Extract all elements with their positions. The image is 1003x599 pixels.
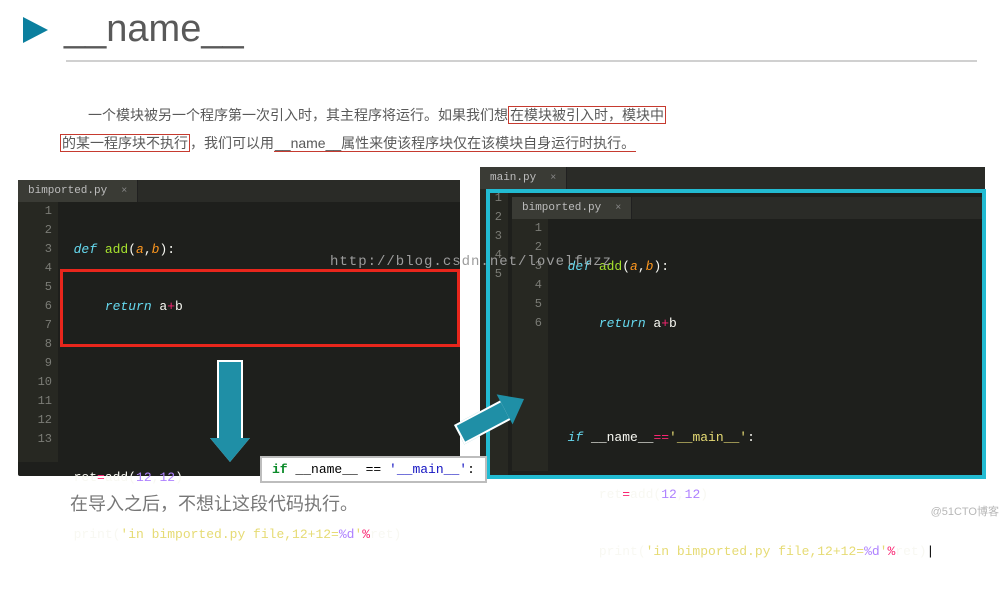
var: ret	[599, 487, 622, 502]
bottom-caption: 在导入之后，不想让这段代码执行。	[70, 490, 358, 516]
para-highlight-2: 的某一程序块不执行	[60, 134, 190, 152]
num: 12	[661, 487, 677, 502]
line-gutter: 12345678910111213	[18, 202, 58, 462]
colon: :	[167, 242, 175, 257]
str: 'in bimported.py file,12+12=	[646, 544, 864, 559]
op-pct: %	[362, 527, 370, 542]
paren: )	[175, 470, 183, 485]
param: a	[630, 259, 638, 274]
tab-label: bimported.py	[522, 202, 601, 214]
snippet-main: '__main__'	[381, 462, 467, 477]
call: add(	[630, 487, 661, 502]
paren: )	[700, 487, 708, 502]
num: 12	[685, 487, 701, 502]
comma: ,	[638, 259, 646, 274]
fn-name: add	[599, 259, 622, 274]
call: print(	[74, 527, 121, 542]
op-plus: +	[167, 299, 175, 314]
fmt: %d	[339, 527, 355, 542]
para-highlight-1: 在模块被引入时，模块中	[508, 106, 666, 124]
snippet-colon: :	[467, 462, 475, 477]
tab-main[interactable]: main.py ×	[480, 167, 567, 189]
var: b	[669, 316, 677, 331]
kw-return: return	[599, 316, 654, 331]
corner-credit: @51CTO博客	[931, 503, 999, 519]
kw-if: if	[568, 430, 591, 445]
tab-label: bimported.py	[28, 185, 107, 197]
call: add(	[105, 470, 136, 485]
close-icon[interactable]: ×	[121, 186, 127, 197]
fmt: %d	[864, 544, 880, 559]
line-gutter: 123456	[512, 219, 548, 471]
kw-def: def	[74, 242, 105, 257]
comma: ,	[677, 487, 685, 502]
title-underline	[66, 60, 977, 62]
page-title: __name__	[64, 8, 244, 51]
num: 12	[136, 470, 152, 485]
str: '	[880, 544, 888, 559]
tab-bimported-right[interactable]: bimported.py ×	[512, 197, 632, 219]
num: 12	[159, 470, 175, 485]
arrow-down-icon	[210, 360, 250, 462]
var: ret	[895, 544, 918, 559]
colon: :	[661, 259, 669, 274]
paren: (	[128, 242, 136, 257]
snippet-eq: ==	[366, 462, 382, 477]
var: ret	[370, 527, 393, 542]
editor-right: main.py × bimported.py × 12345 123456 de…	[480, 167, 985, 479]
comma: ,	[144, 242, 152, 257]
play-icon	[20, 15, 50, 45]
paren: )	[919, 544, 927, 559]
close-icon[interactable]: ×	[615, 203, 621, 214]
close-icon[interactable]: ×	[550, 173, 556, 184]
op-plus: +	[661, 316, 669, 331]
op-eq: ==	[653, 430, 669, 445]
colon: :	[747, 430, 755, 445]
var-name: __name__	[591, 430, 653, 445]
str: '__main__'	[669, 430, 747, 445]
str: 'in bimported.py file,12+12=	[120, 527, 338, 542]
kw-return: return	[105, 299, 160, 314]
para-text-2: ，我们可以用	[190, 135, 274, 151]
param-a: a	[136, 242, 144, 257]
para-text-1: 一个模块被另一个程序第一次引入时，其主程序将运行。如果我们想	[88, 107, 508, 123]
code-snippet-box: if __name__ == '__main__':	[260, 456, 487, 483]
kw-def: def	[568, 259, 599, 274]
str: '	[354, 527, 362, 542]
snippet-name: __name__	[288, 462, 366, 477]
op-eq: =	[97, 470, 105, 485]
var: b	[175, 299, 183, 314]
op-eq: =	[622, 487, 630, 502]
fn-name: add	[105, 242, 128, 257]
paren: (	[622, 259, 630, 274]
call: print(	[599, 544, 646, 559]
tab-label: main.py	[490, 172, 536, 184]
code-area-left[interactable]: def add(a,b): return a+b ret=add(12,12) …	[58, 202, 460, 582]
kw-if: if	[272, 462, 288, 477]
para-underline: __name__属性来使该程序块仅在该模块自身运行时执行。	[274, 135, 636, 152]
code-area-right[interactable]: def add(a,b): return a+b if __name__=='_…	[552, 219, 985, 599]
var: ret	[74, 470, 97, 485]
intro-paragraph: 一个模块被另一个程序第一次引入时，其主程序将运行。如果我们想在模块被引入时，模块…	[60, 101, 963, 157]
op-pct: %	[887, 544, 895, 559]
paren: )	[394, 527, 402, 542]
tab-bimported-left[interactable]: bimported.py ×	[18, 180, 138, 202]
